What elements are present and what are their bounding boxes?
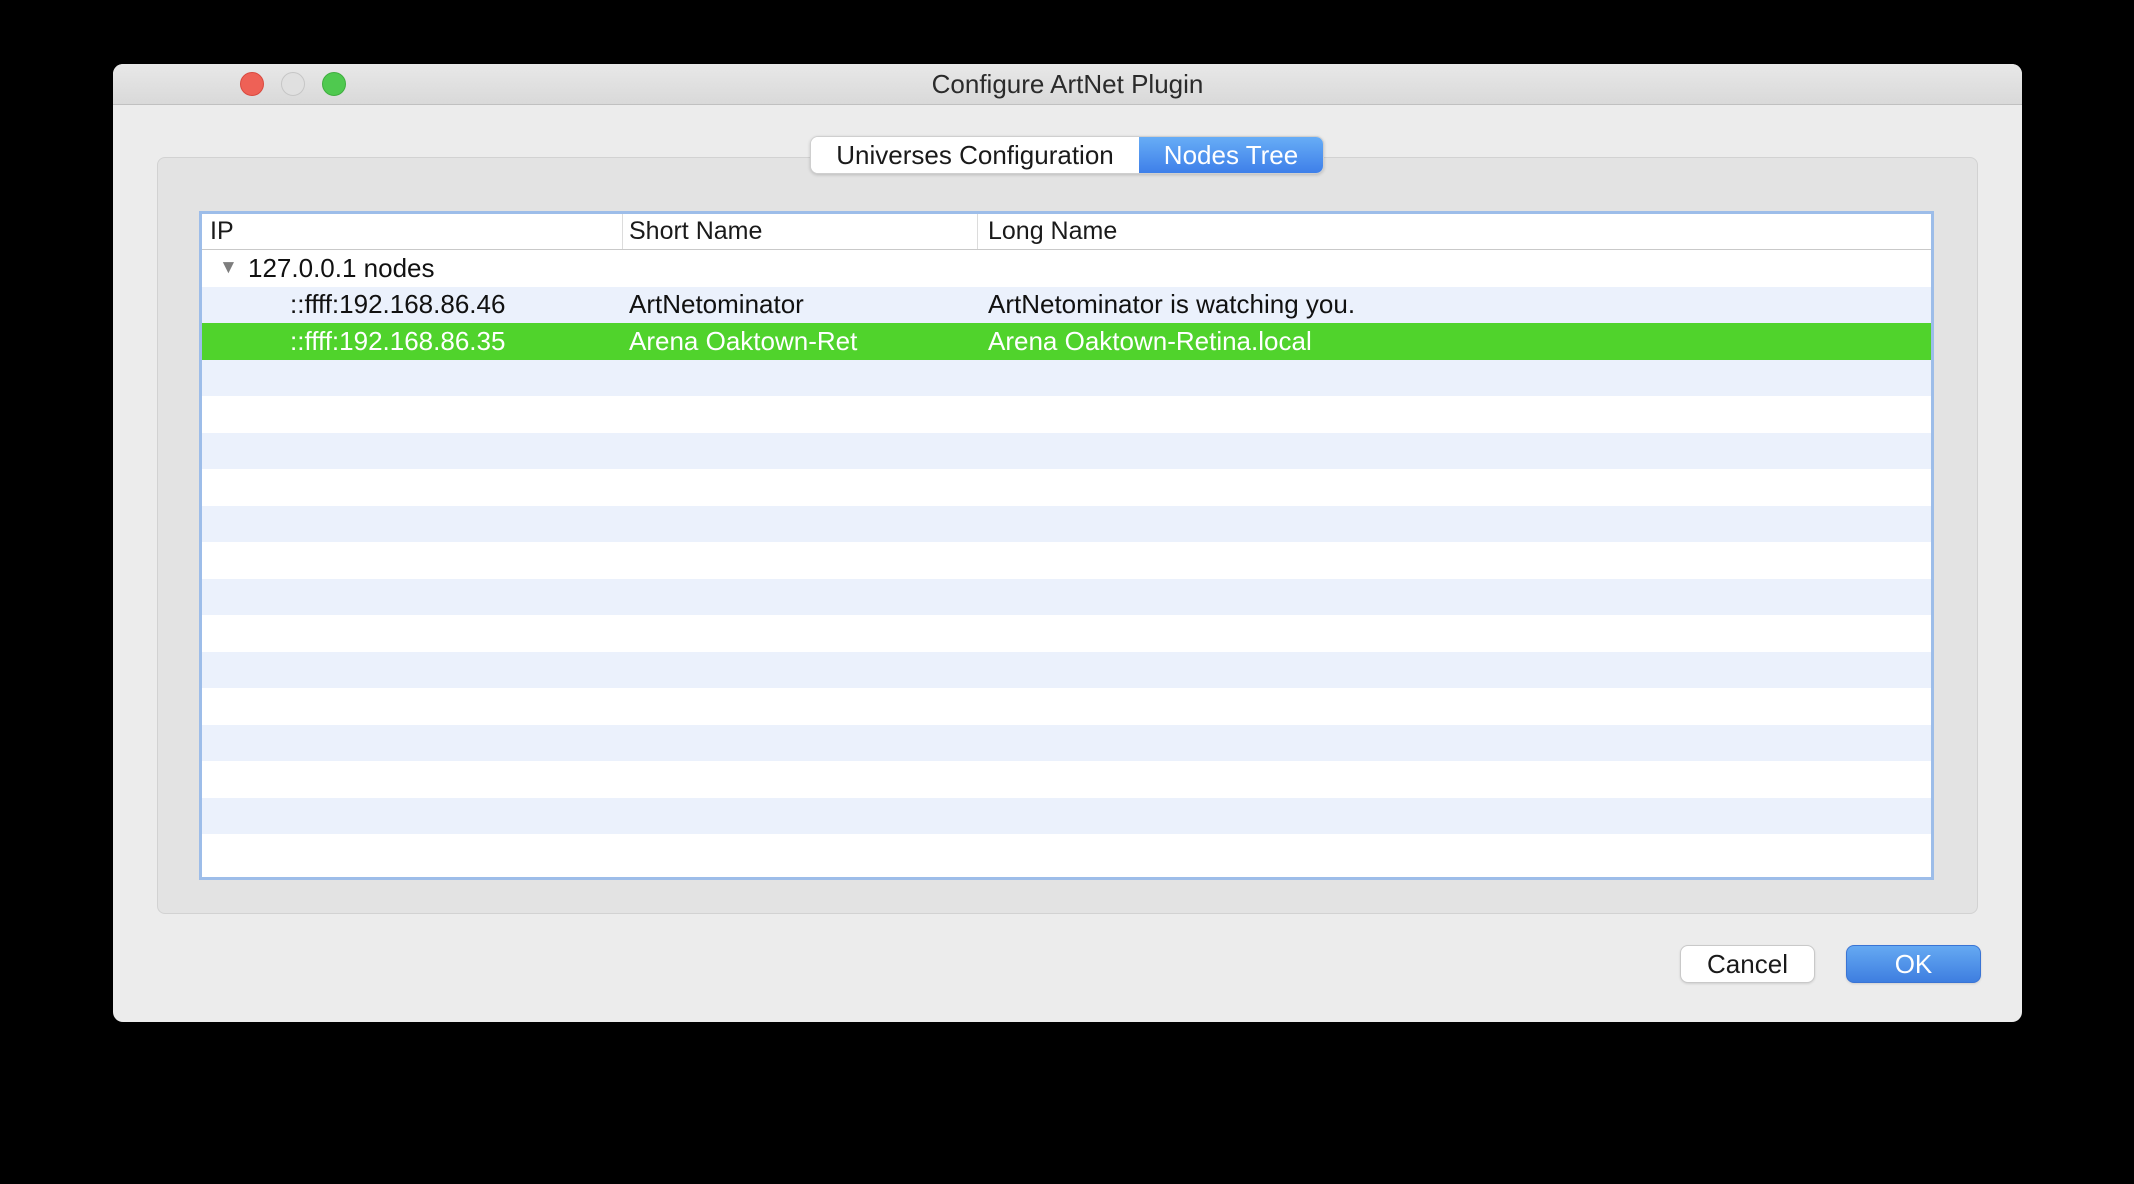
group-row-label: 127.0.0.1 nodes — [248, 253, 435, 284]
cancel-button[interactable]: Cancel — [1680, 945, 1815, 983]
dialog-window: Configure ArtNet Plugin Universes Config… — [113, 64, 2022, 1022]
tree-group-row[interactable]: ▼ 127.0.0.1 nodes — [202, 250, 1931, 287]
table-header: IP Short Name Long Name — [202, 214, 1931, 250]
empty-row[interactable] — [202, 725, 1931, 762]
cell-text: Arena Oaktown-Ret — [629, 326, 857, 357]
empty-row[interactable] — [202, 834, 1931, 871]
table-rows-container: ::ffff:192.168.86.46 ArtNetominator ArtNet… — [202, 287, 1931, 871]
empty-row[interactable] — [202, 798, 1931, 835]
tab-nodes-tree[interactable]: Nodes Tree — [1139, 137, 1323, 173]
close-button-icon[interactable] — [240, 72, 264, 96]
cell-text: ::ffff:192.168.86.35 — [202, 326, 505, 357]
empty-row[interactable] — [202, 615, 1931, 652]
column-header-long-name[interactable]: Long Name — [978, 214, 1931, 249]
traffic-lights — [240, 64, 346, 104]
tab-control: Universes Configuration Nodes Tree — [810, 136, 1324, 174]
tab-universes-configuration[interactable]: Universes Configuration — [811, 137, 1139, 173]
empty-row[interactable] — [202, 396, 1931, 433]
zoom-button-icon[interactable] — [322, 72, 346, 96]
empty-row[interactable] — [202, 542, 1931, 579]
empty-row[interactable] — [202, 688, 1931, 725]
empty-row[interactable] — [202, 360, 1931, 397]
empty-row[interactable] — [202, 506, 1931, 543]
nodes-tree-table[interactable]: IP Short Name Long Name ▼ 127.0.0.1 node… — [199, 211, 1934, 880]
cell-text: ArtNetominator — [629, 289, 804, 320]
column-header-ip[interactable]: IP — [202, 214, 623, 249]
title-bar[interactable]: Configure ArtNet Plugin — [113, 64, 2022, 105]
node-row-::ffff:192.168.86.46[interactable]: ::ffff:192.168.86.46 ArtNetominator ArtNet… — [202, 287, 1931, 324]
minimize-button-icon[interactable] — [281, 72, 305, 96]
empty-row[interactable] — [202, 469, 1931, 506]
ok-button[interactable]: OK — [1846, 945, 1981, 983]
empty-row[interactable] — [202, 652, 1931, 689]
column-header-short-name[interactable]: Short Name — [623, 214, 978, 249]
cell-text: ::ffff:192.168.86.46 — [202, 289, 505, 320]
node-row-::ffff:192.168.86.35[interactable]: ::ffff:192.168.86.35 Arena Oaktown-Ret Are… — [202, 323, 1931, 360]
window-title: Configure ArtNet Plugin — [932, 69, 1204, 100]
empty-row[interactable] — [202, 579, 1931, 616]
empty-row[interactable] — [202, 761, 1931, 798]
cell-text: ArtNetominator is watching you. — [988, 289, 1355, 320]
disclosure-triangle-icon[interactable]: ▼ — [219, 257, 248, 279]
empty-row[interactable] — [202, 433, 1931, 470]
cell-text: Arena Oaktown-Retina.local — [988, 326, 1312, 357]
